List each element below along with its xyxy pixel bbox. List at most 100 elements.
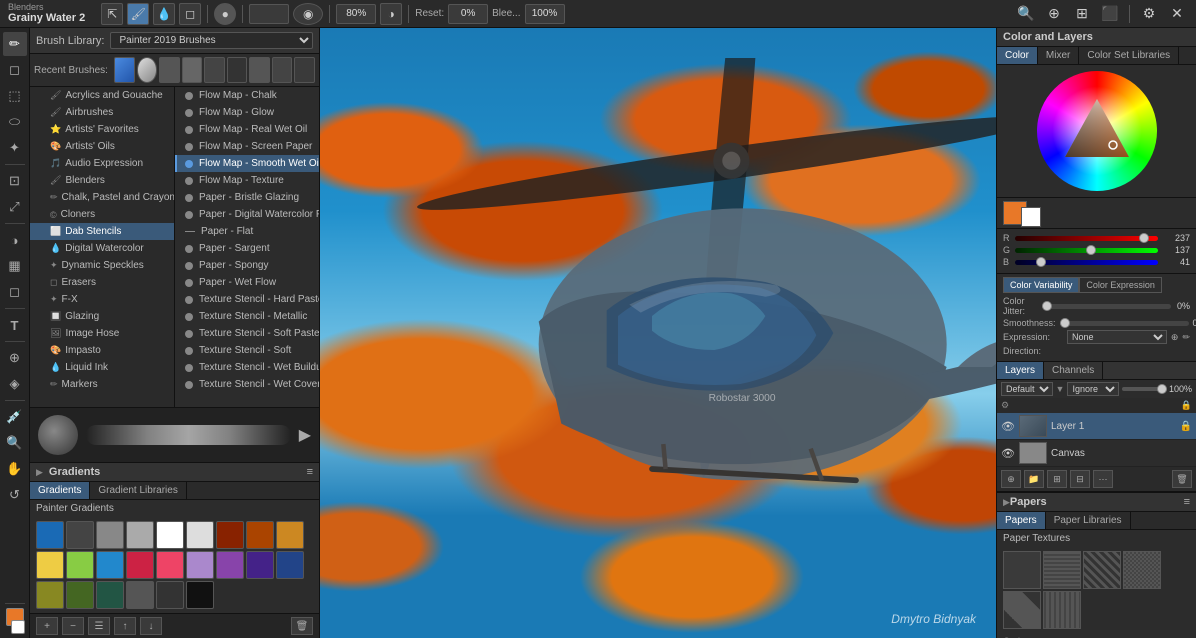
cat-artists-oils[interactable]: 🎨 Artists' Oils — [30, 138, 174, 155]
paper-thumb-3[interactable] — [1083, 551, 1121, 589]
cv-smoothness-slider[interactable] — [1060, 321, 1189, 326]
shape-btn[interactable]: ◻ — [179, 3, 201, 25]
search-icon[interactable]: 🔍 — [1015, 3, 1037, 25]
paper-thumb-5[interactable] — [1003, 591, 1041, 629]
brush-type-paper-spongy[interactable]: Paper - Spongy — [175, 257, 319, 274]
duplicate-layer-btn[interactable]: ⊞ — [1047, 470, 1067, 488]
g-slider[interactable] — [1015, 248, 1158, 253]
cv-tab-variability[interactable]: Color Variability — [1003, 277, 1079, 293]
layers-tab-channels[interactable]: Channels — [1044, 362, 1103, 379]
more-layer-btn[interactable]: ⋯ — [1093, 470, 1113, 488]
recent-brush-9[interactable] — [294, 57, 315, 83]
crop-tool[interactable]: ⊡ — [3, 169, 27, 193]
gradient-swatch-5[interactable] — [186, 521, 214, 549]
layer-lock-1[interactable]: 🔒 — [1180, 421, 1192, 432]
gradient-swatch-11[interactable] — [96, 551, 124, 579]
layer-move-down[interactable]: ↓ — [140, 617, 162, 635]
brush-library-select[interactable]: Painter 2019 Brushes — [110, 32, 313, 49]
cv-expression-select[interactable]: None — [1067, 330, 1167, 344]
recent-brush-8[interactable] — [272, 57, 293, 83]
gradient-swatch-9[interactable] — [36, 551, 64, 579]
brush-type-tex-wetbuildup[interactable]: Texture Stencil - Wet Buildup — [175, 359, 319, 376]
new-group-btn[interactable]: 📁 — [1024, 470, 1044, 488]
cv-expression-edit[interactable]: ✏ — [1182, 332, 1190, 343]
gradient-swatch-1[interactable] — [66, 521, 94, 549]
brush-type-paper-digitalwc[interactable]: Paper - Digital Watercolor Pa... — [175, 206, 319, 223]
text-tool[interactable]: T — [3, 313, 27, 337]
color-wheel[interactable] — [1037, 71, 1157, 191]
brush-type-tex-softpastel[interactable]: Texture Stencil - Soft Pastel — [175, 325, 319, 342]
brush-type-tex-hardpastel[interactable]: Texture Stencil - Hard Pastel — [175, 291, 319, 308]
delete-layer-btn[interactable]: 🗑 — [1172, 470, 1192, 488]
zoom-tool[interactable]: 🔍 — [3, 431, 27, 455]
cat-airbrushes[interactable]: 🖌 Airbrushes — [30, 104, 174, 121]
brush-type-paper-bristle[interactable]: Paper - Bristle Glazing — [175, 189, 319, 206]
cat-impasto[interactable]: 🎨 Impasto — [30, 342, 174, 359]
gradient-tool[interactable]: ▦ — [3, 254, 27, 278]
cv-jitter-slider[interactable] — [1042, 304, 1171, 309]
cv-tab-expression[interactable]: Color Expression — [1079, 277, 1162, 293]
composite-select[interactable]: Ignore — [1067, 382, 1119, 396]
cv-expression-icon[interactable]: ⊕ — [1171, 332, 1179, 343]
opacity-icon-btn[interactable]: ◑ — [380, 3, 402, 25]
layer-row-canvas[interactable]: 👁 Canvas — [997, 440, 1196, 467]
gradient-swatch-0[interactable] — [36, 521, 64, 549]
papers-tab-papers[interactable]: Papers — [997, 512, 1046, 529]
brush-type-flowmap-screen[interactable]: Flow Map - Screen Paper — [175, 138, 319, 155]
gradient-swatch-12[interactable] — [126, 551, 154, 579]
brush-type-tex-soft[interactable]: Texture Stencil - Soft — [175, 342, 319, 359]
background-color-swatch[interactable] — [1021, 207, 1041, 227]
recent-brush-5[interactable] — [204, 57, 225, 83]
brush-type-flowmap-texture[interactable]: Flow Map - Texture — [175, 172, 319, 189]
transform-tool-btn[interactable]: ⇱ — [101, 3, 123, 25]
brush-type-paper-sargent[interactable]: Paper - Sargent — [175, 240, 319, 257]
merge-layer-btn[interactable]: ⊟ — [1070, 470, 1090, 488]
layers-tab-layers[interactable]: Layers — [997, 362, 1044, 379]
brush-tool[interactable]: ✏ — [3, 32, 27, 56]
cat-dynamic-sp[interactable]: ✦ Dynamic Speckles — [30, 257, 174, 274]
hand-tool[interactable]: ✋ — [3, 457, 27, 481]
gradient-swatch-2[interactable] — [96, 521, 124, 549]
cat-markers[interactable]: ✏ Markers — [30, 376, 174, 393]
brush-type-flowmap-realwet[interactable]: Flow Map - Real Wet Oil — [175, 121, 319, 138]
navigator-icon[interactable]: ⊕ — [1043, 3, 1065, 25]
gradient-swatch-6[interactable] — [216, 521, 244, 549]
cat-dab-stencils[interactable]: ⬜ Dab Stencils — [30, 223, 174, 240]
cat-blenders[interactable]: 🖌 Blenders — [30, 172, 174, 189]
r-slider[interactable] — [1015, 236, 1158, 241]
cat-erasers[interactable]: ◻ Erasers — [30, 274, 174, 291]
gradient-swatch-4[interactable] — [156, 521, 184, 549]
b-slider[interactable] — [1015, 260, 1158, 265]
gradient-swatch-14[interactable] — [186, 551, 214, 579]
paper-thumb-6[interactable] — [1043, 591, 1081, 629]
dropper-tool[interactable]: 💉 — [3, 405, 27, 429]
transform2-tool[interactable]: ⤢ — [3, 195, 27, 219]
add-layer-btn[interactable]: + — [36, 617, 58, 635]
gradient-swatch-19[interactable] — [66, 581, 94, 609]
cat-chalk[interactable]: ✏ Chalk, Pastel and Crayons — [30, 189, 174, 206]
gradients-tab-libraries[interactable]: Gradient Libraries — [90, 482, 186, 499]
brush-preview-btn[interactable]: ◉ — [293, 3, 323, 25]
brush-options-arrow[interactable]: ▶ — [299, 425, 311, 445]
layer-options-icon[interactable]: ⚙ — [1001, 400, 1009, 411]
grid-icon[interactable]: ⊞ — [1071, 3, 1093, 25]
opacity-input[interactable] — [336, 4, 376, 24]
gradient-swatch-18[interactable] — [36, 581, 64, 609]
cat-artists-fav[interactable]: ⭐ Artists' Favorites — [30, 121, 174, 138]
cat-liquid-ink[interactable]: 💧 Liquid Ink — [30, 359, 174, 376]
rotate-canvas-tool[interactable]: ↺ — [3, 483, 27, 507]
brush-type-flowmap-glow[interactable]: Flow Map - Glow — [175, 104, 319, 121]
eraser-tool[interactable]: ◻ — [3, 280, 27, 304]
info-icon[interactable]: ⬛ — [1099, 3, 1121, 25]
bleed-input[interactable] — [525, 4, 565, 24]
select-rect-tool[interactable]: ⬚ — [3, 84, 27, 108]
gradient-swatch-15[interactable] — [216, 551, 244, 579]
gradient-swatch-20[interactable] — [96, 581, 124, 609]
magic-wand-tool[interactable]: ✦ — [3, 136, 27, 160]
paint-bucket-tool[interactable]: ◑ — [3, 228, 27, 252]
recent-brush-6[interactable] — [227, 57, 248, 83]
size-input[interactable]: 6.5 — [249, 4, 289, 24]
gradients-tab-gradients[interactable]: Gradients — [30, 482, 90, 499]
circle-tool-btn[interactable]: ● — [214, 3, 236, 25]
paper-thumb-1[interactable] — [1003, 551, 1041, 589]
